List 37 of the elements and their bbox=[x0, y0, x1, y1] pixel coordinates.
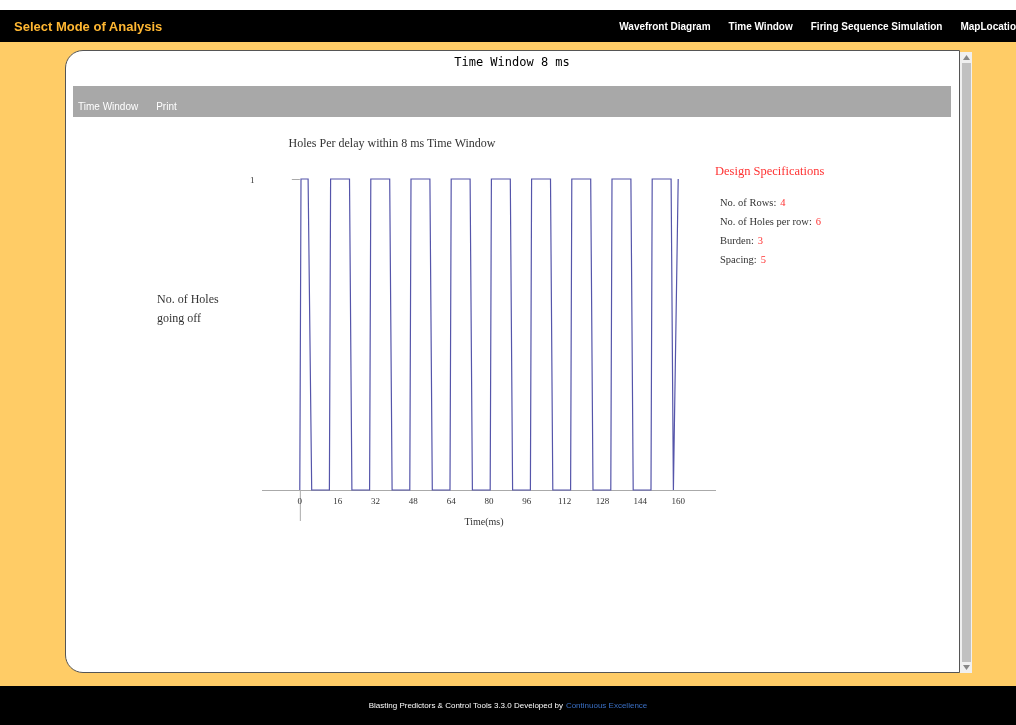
tick-label: 48 bbox=[408, 496, 418, 506]
x-axis-label: Time(ms) bbox=[464, 516, 504, 527]
tick-label: 16 bbox=[333, 496, 343, 506]
tick-label: 32 bbox=[371, 496, 380, 506]
spec-label: No. of Holes per row: bbox=[720, 216, 812, 227]
tick-label: 144 bbox=[633, 496, 648, 506]
spec-label: No. of Rows: bbox=[720, 197, 777, 208]
scrollbar[interactable] bbox=[960, 52, 972, 673]
panel-title: Time Window 8 ms bbox=[453, 54, 571, 71]
spec-value: 3 bbox=[757, 235, 764, 246]
annotation-label: 1 bbox=[250, 175, 255, 185]
scroll-up-icon[interactable] bbox=[962, 55, 970, 60]
nav-link[interactable]: Firing Sequence Simulation bbox=[810, 20, 943, 32]
tick-label: 128 bbox=[595, 496, 610, 506]
nav-link[interactable]: MapLocatio bbox=[960, 20, 1016, 32]
tick-label: 160 bbox=[671, 496, 685, 506]
nav-link[interactable]: Time Window bbox=[728, 20, 793, 32]
spec-value: 6 bbox=[815, 216, 822, 227]
scroll-down-icon[interactable] bbox=[962, 665, 970, 670]
spec-label: Burden: bbox=[720, 235, 754, 246]
chart-title: Holes Per delay within 8 ms Time Window bbox=[288, 136, 496, 150]
annotation-label: No. of Holes going off bbox=[157, 292, 219, 325]
y-axis bbox=[299, 489, 301, 522]
tick-label: 0 bbox=[297, 496, 303, 506]
tick-label: 96 bbox=[522, 496, 532, 506]
tick-mark bbox=[291, 179, 301, 180]
specs-heading: Design Specifications bbox=[715, 164, 825, 179]
footer-text: Blasting Predictors & Control Tools 3.3.0 Developed by bbox=[368, 701, 563, 710]
spec-value: 4 bbox=[780, 197, 786, 208]
tick-label: 80 bbox=[484, 496, 494, 506]
app-title: Select Mode of Analysis bbox=[14, 18, 163, 34]
footer-link[interactable]: Continuous Excellence bbox=[565, 701, 648, 710]
spec-label: Spacing: bbox=[720, 254, 757, 265]
nav-link[interactable]: Wavefront Diagram bbox=[619, 20, 711, 32]
tick-label: 112 bbox=[558, 496, 572, 506]
tick-label: 64 bbox=[446, 496, 456, 506]
spec-value: 5 bbox=[760, 254, 766, 265]
